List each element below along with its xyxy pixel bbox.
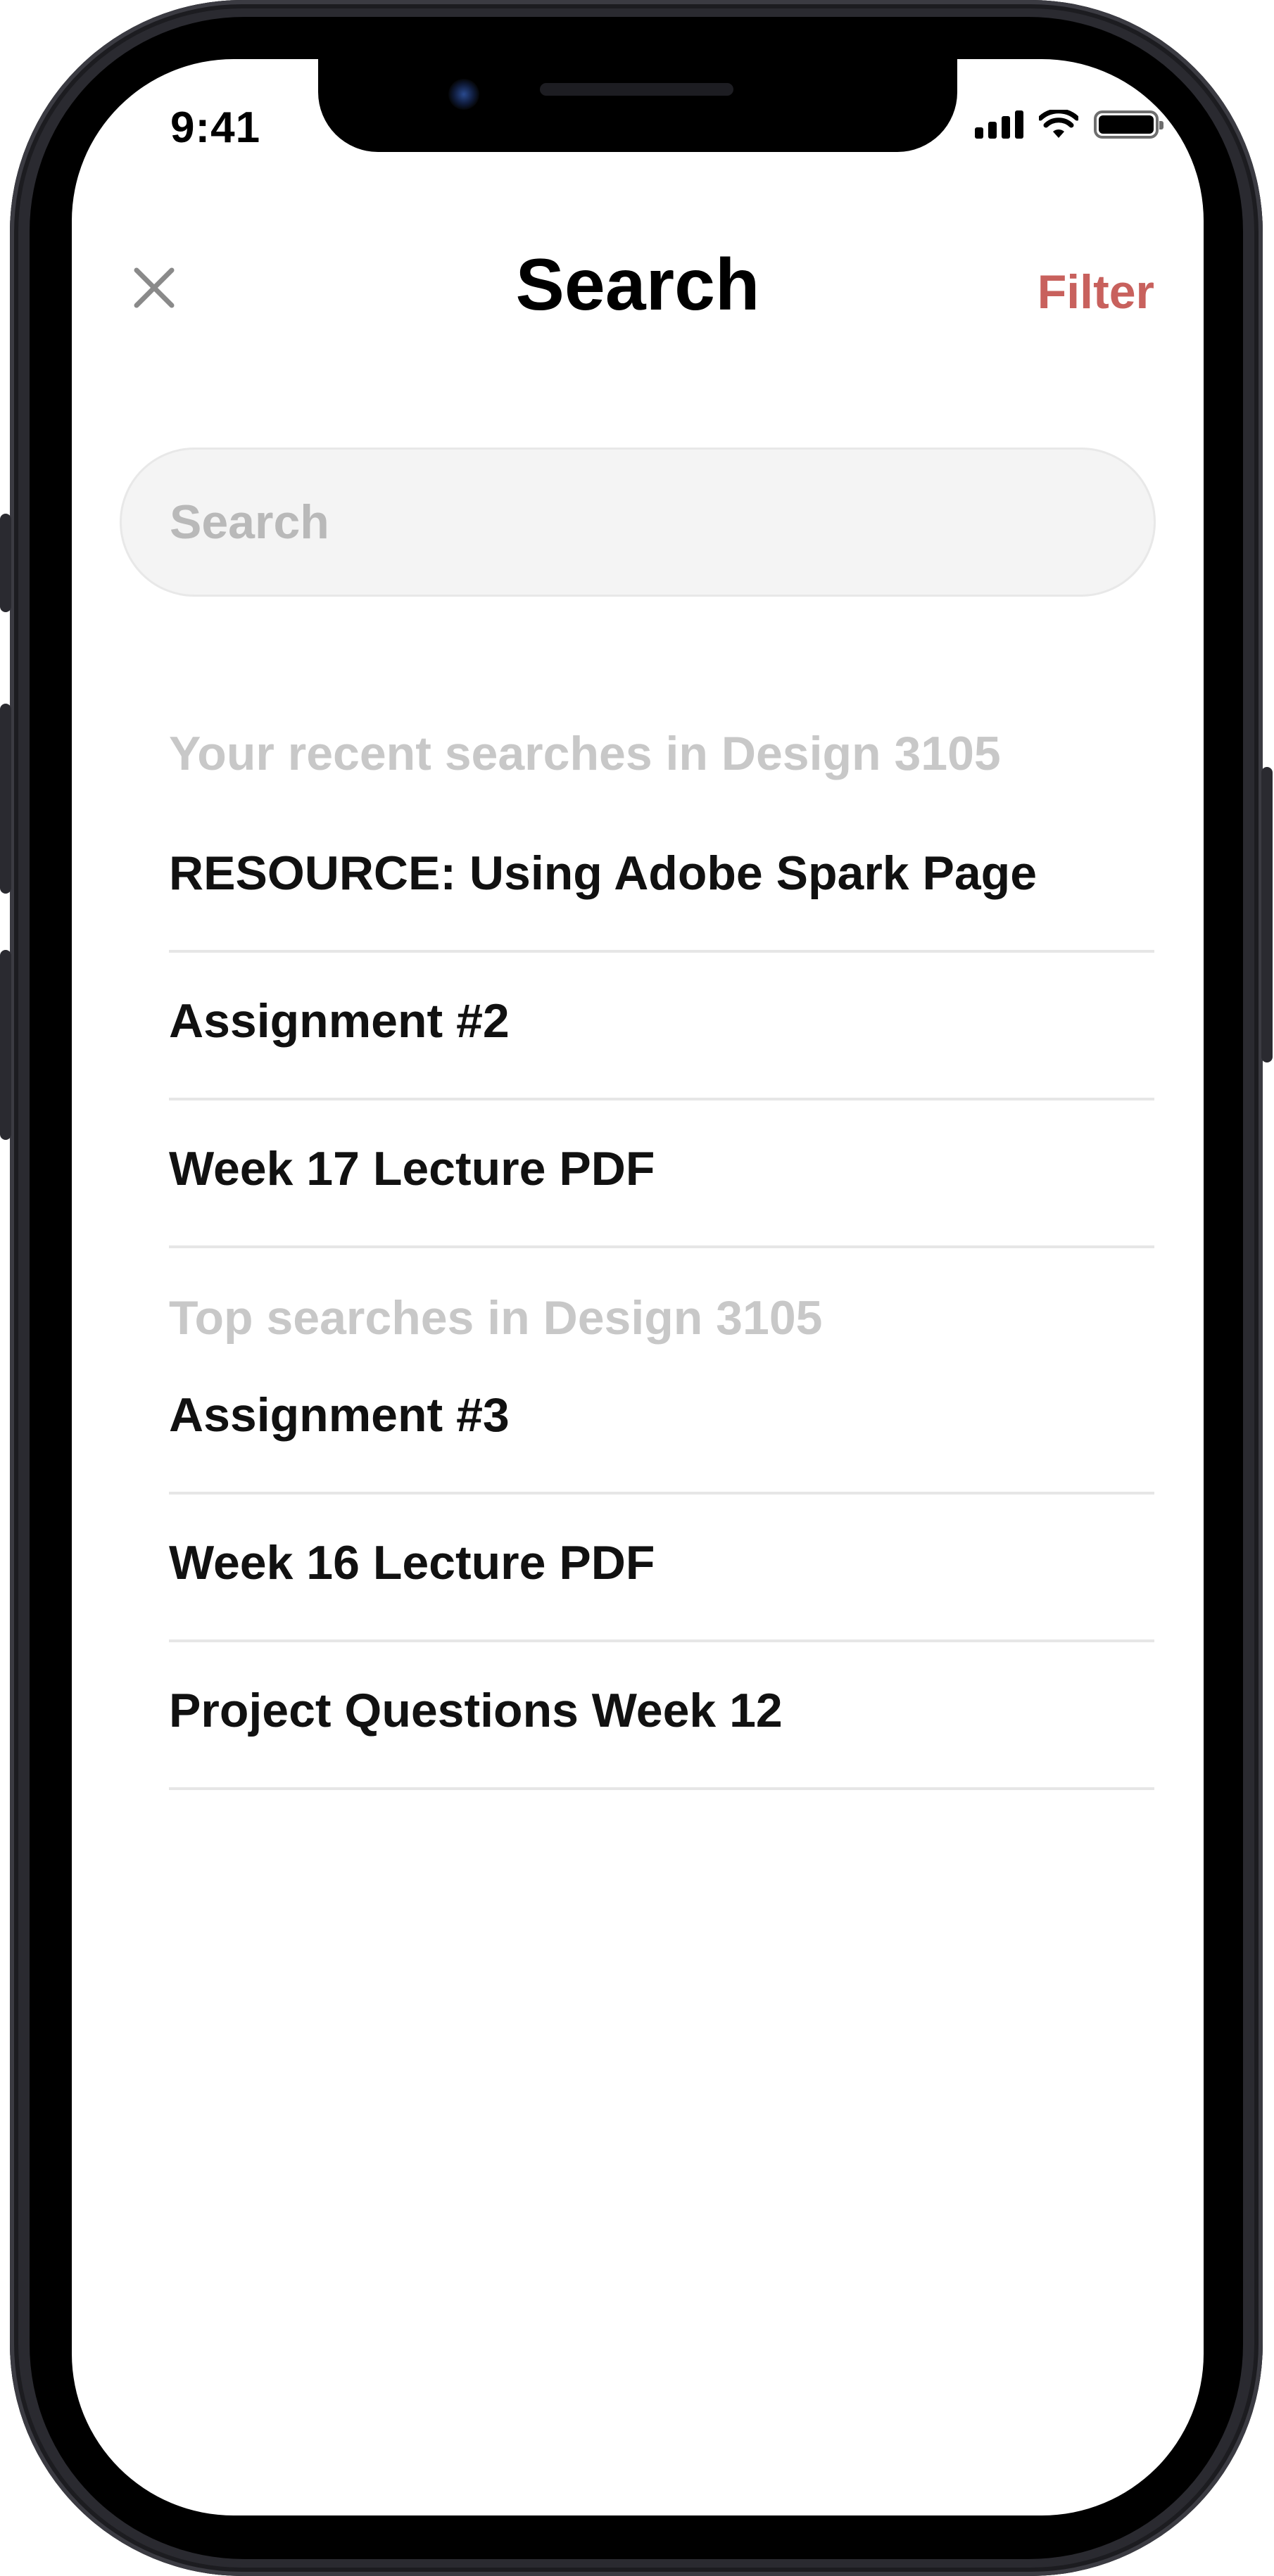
top-search-item-label: Project Questions Week 12: [169, 1684, 783, 1737]
top-search-item[interactable]: Project Questions Week 12: [169, 1642, 1154, 1790]
recent-search-item-label: Assignment #2: [169, 994, 510, 1048]
battery-icon: [1094, 110, 1163, 139]
page-title: Search: [515, 244, 760, 326]
top-search-item[interactable]: Week 16 Lecture PDF: [169, 1495, 1154, 1642]
side-button-power: [1261, 767, 1273, 1062]
top-search-item[interactable]: Assignment #3: [169, 1347, 1154, 1495]
recent-searches-heading: Your recent searches in Design 3105: [169, 727, 1001, 780]
top-search-item-label: Assignment #3: [169, 1388, 510, 1442]
earpiece-speaker: [540, 83, 733, 96]
search-input[interactable]: [120, 448, 1156, 597]
side-button-action: [0, 514, 11, 612]
status-icons: [975, 110, 1163, 139]
top-search-item-label: Week 16 Lecture PDF: [169, 1536, 655, 1590]
status-time: 9:41: [170, 103, 261, 152]
front-camera-icon: [448, 79, 479, 110]
filter-button[interactable]: Filter: [1038, 265, 1154, 319]
recent-search-item[interactable]: Assignment #2: [169, 953, 1154, 1100]
wifi-icon: [1039, 110, 1078, 138]
cellular-signal-icon: [975, 110, 1023, 139]
side-button-volume-down: [0, 950, 11, 1140]
recent-search-item-label: RESOURCE: Using Adobe Spark Page: [169, 846, 1038, 900]
recent-search-item[interactable]: Week 17 Lecture PDF: [169, 1100, 1154, 1248]
side-button-volume-up: [0, 704, 11, 894]
recent-search-item[interactable]: RESOURCE: Using Adobe Spark Page: [169, 805, 1154, 953]
screen: 9:41 Search Filter Your recent searches …: [72, 59, 1204, 2515]
recent-search-item-label: Week 17 Lecture PDF: [169, 1142, 655, 1195]
notch: [318, 59, 957, 152]
top-searches-heading: Top searches in Design 3105: [169, 1291, 823, 1345]
